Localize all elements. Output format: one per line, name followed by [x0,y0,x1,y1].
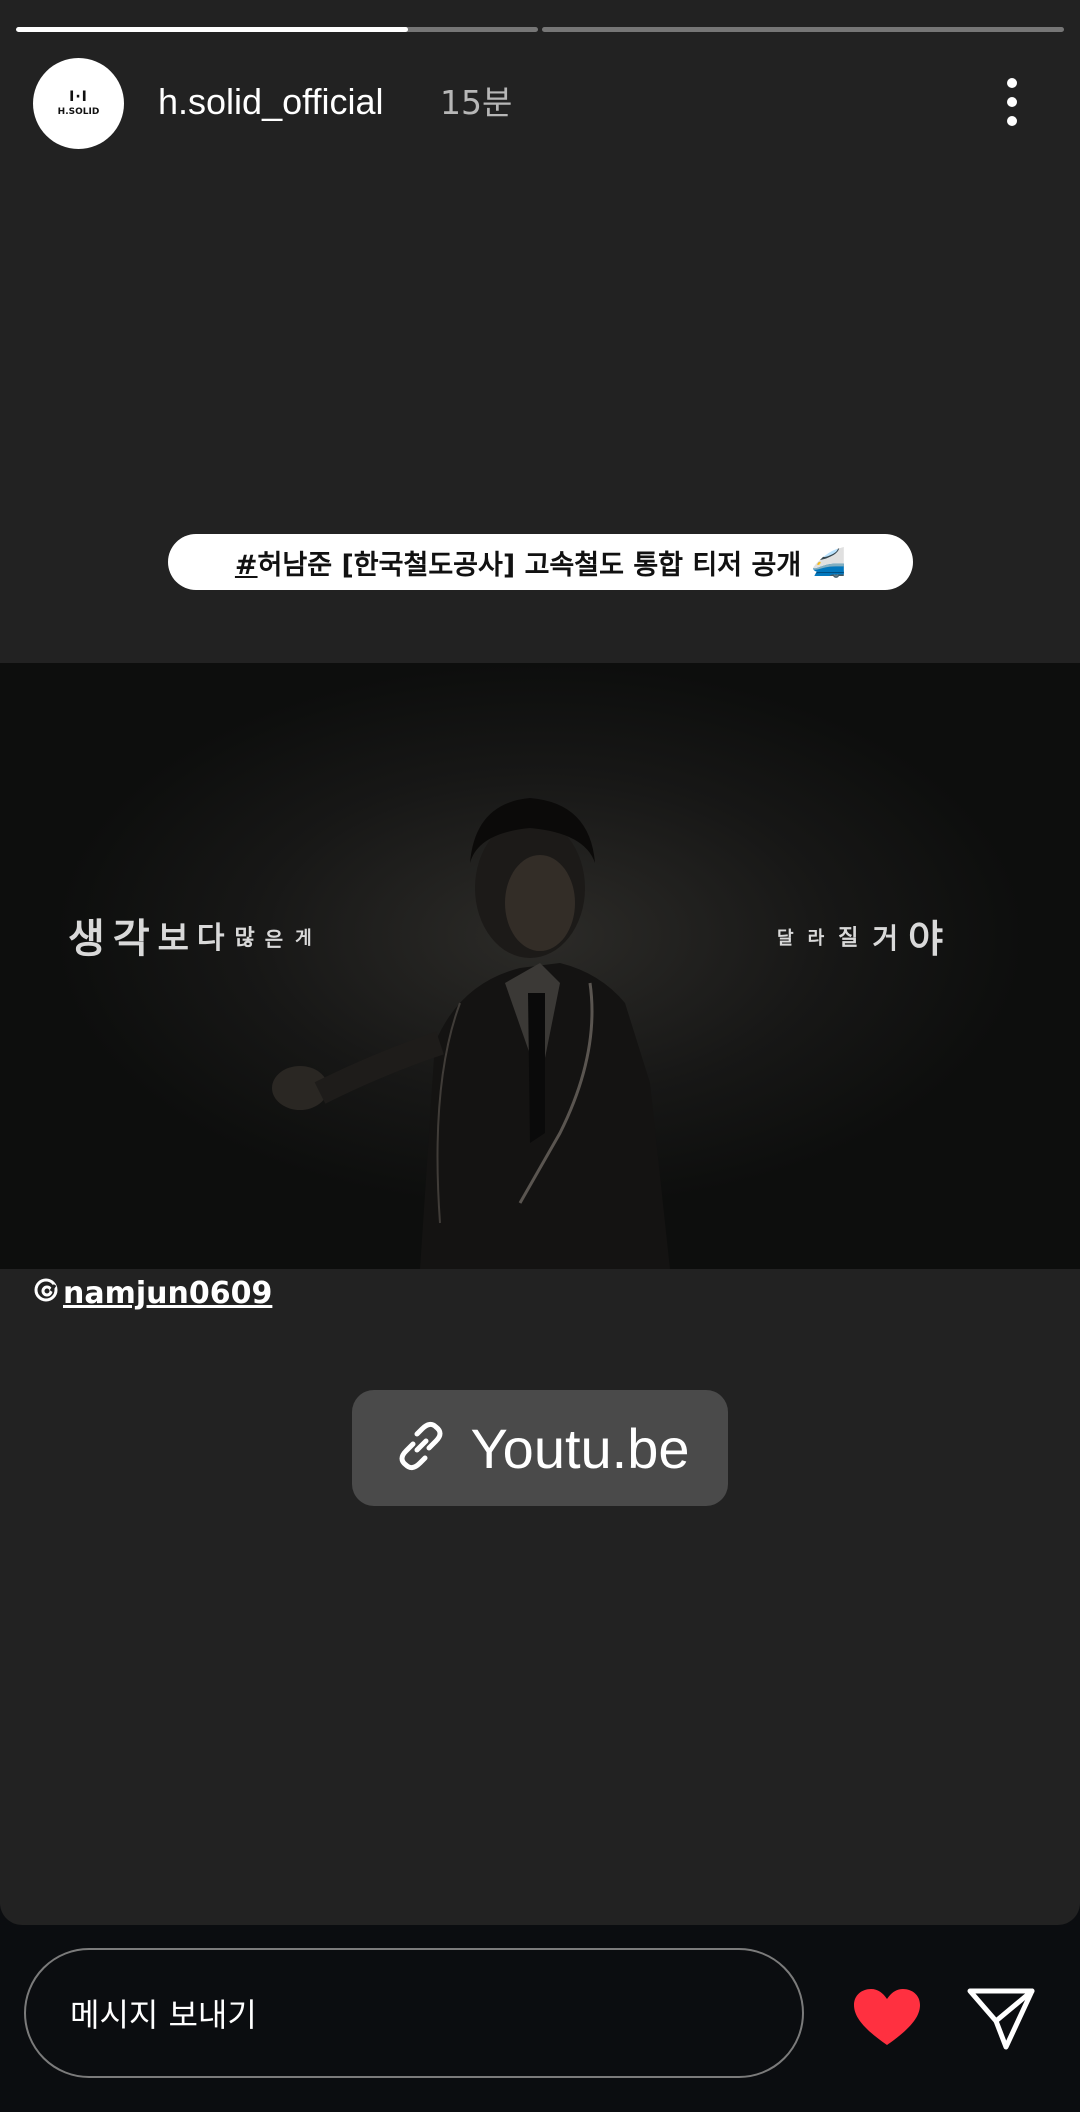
avatar-logo-mark: I·I [69,89,88,105]
link-sticker[interactable]: Youtu.be [352,1390,728,1506]
caption-right-char: 질 [838,926,859,951]
caption-left-char: 게 [295,928,312,949]
link-sticker-text: Youtu.be [470,1416,690,1480]
link-icon [390,1415,452,1481]
send-icon[interactable] [966,1985,1036,2051]
train-emoji: 🚄 [811,545,847,579]
caption-right-char: 야 [908,917,944,961]
avatar[interactable]: I·I H.SOLID [33,58,124,149]
video-caption-left: 생각보다많은게 [68,915,312,963]
avatar-logo-text: H.SOLID [57,107,100,117]
story-progress-bar-1 [16,27,538,32]
hashtag-label: 허남준 [한국철도공사] 고속철도 통합 티저 공개 [257,549,802,581]
caption-left-char: 생 [68,916,105,962]
more-vertical-icon[interactable] [992,75,1032,131]
story-card[interactable]: I·I H.SOLID h.solid_official 15분 #허남준 [한… [0,0,1080,1925]
message-placeholder: 메시지 보내기 [70,1996,257,2034]
video-caption-right: 달라질거야 [777,915,943,963]
heart-icon[interactable] [852,1987,922,2049]
mention-sticker[interactable]: namjun0609 [33,1276,272,1311]
caption-left-char: 은 [264,927,284,951]
story-progress-fill-1 [16,27,408,32]
caption-left-char: 다 [196,921,225,956]
story-screen: I·I H.SOLID h.solid_official 15분 #허남준 [한… [0,0,1080,2112]
username[interactable]: h.solid_official [158,80,383,124]
caption-left-char: 보 [157,919,189,959]
reply-bar: 메시지 보내기 [0,1925,1080,2112]
hashtag-sticker[interactable]: #허남준 [한국철도공사] 고속철도 통합 티저 공개 🚄 [168,534,913,590]
video-frame[interactable]: 생각보다많은게 달라질거야 [0,663,1080,1269]
hashtag-sticker-text: #허남준 [한국철도공사] 고속철도 통합 티저 공개 [235,543,801,582]
caption-right-char: 라 [807,928,825,949]
caption-left-char: 많 [234,926,255,951]
story-progress-bar-2 [542,27,1064,32]
caption-left-char: 각 [112,916,150,962]
mention-text: namjun0609 [63,1276,273,1311]
caption-right-char: 거 [872,922,899,955]
caption-right-char: 달 [777,928,794,949]
video-scene [0,663,1080,1269]
story-header: I·I H.SOLID h.solid_official 15분 [0,55,1080,149]
hashtag-symbol: # [234,549,258,581]
threads-icon [33,1276,59,1311]
post-time: 15분 [440,83,513,122]
message-input[interactable]: 메시지 보내기 [24,1948,804,2078]
